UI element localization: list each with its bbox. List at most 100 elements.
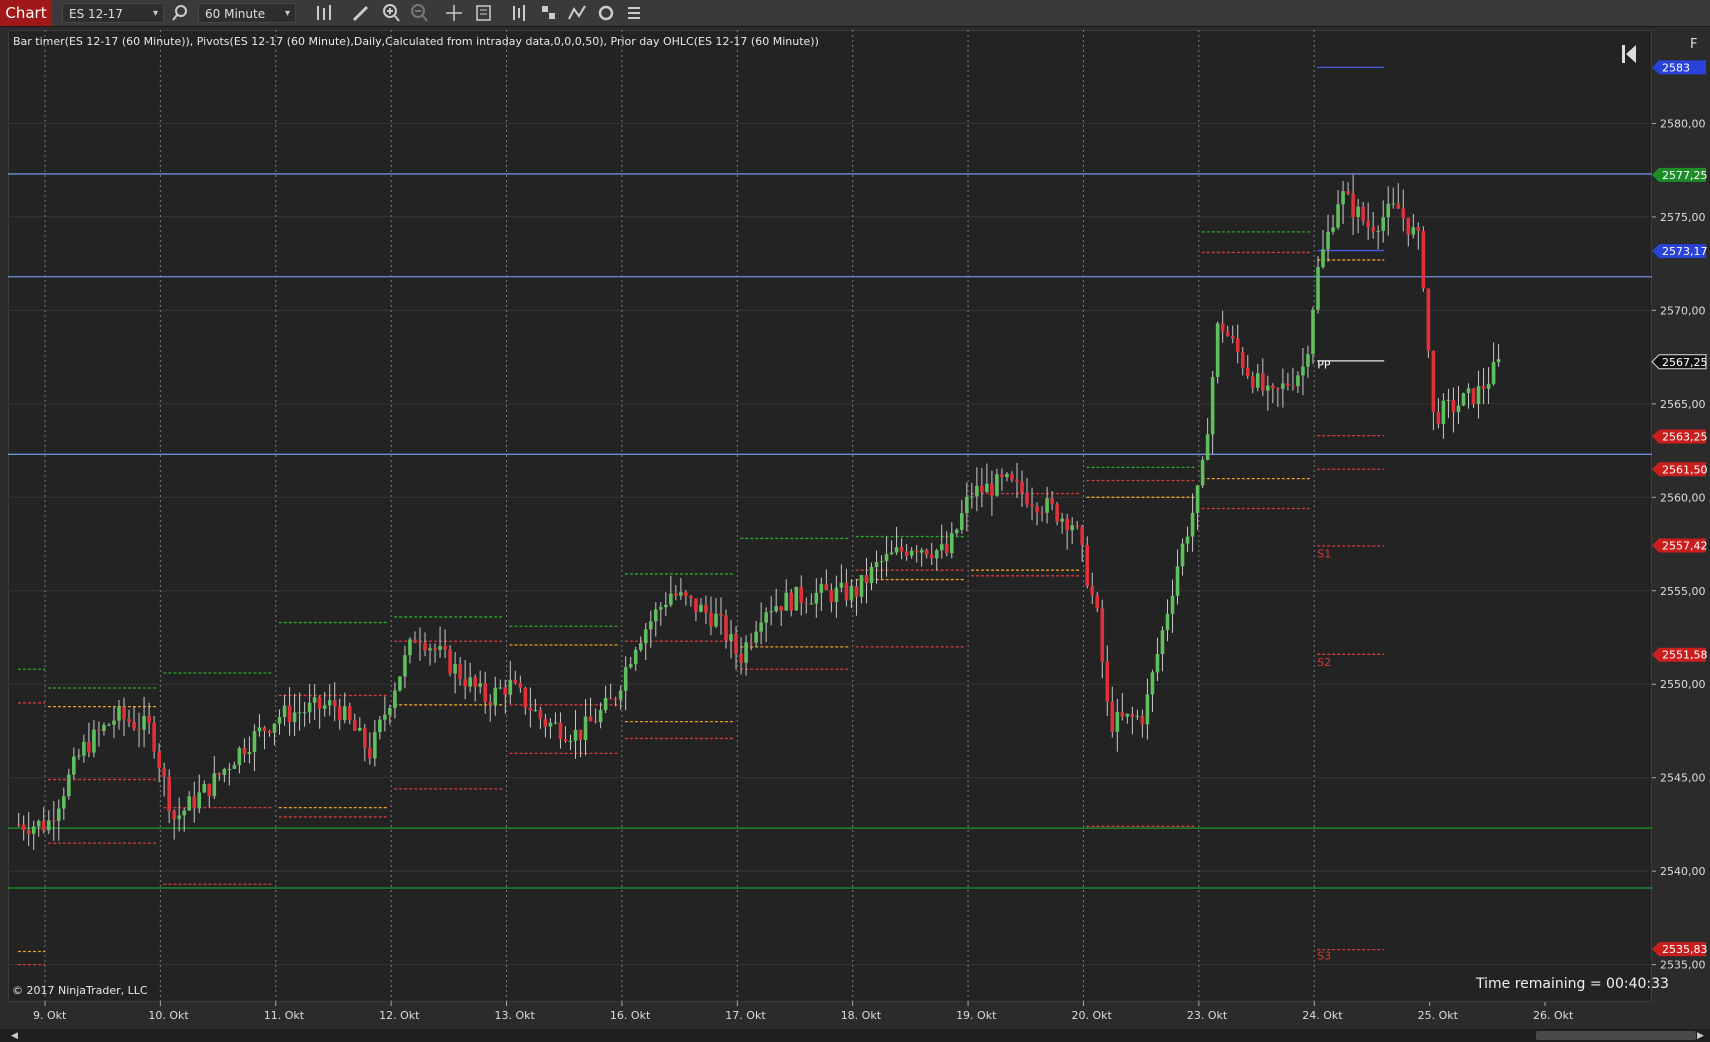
candle xyxy=(874,550,879,584)
candle-body xyxy=(182,810,187,816)
candle-body xyxy=(1100,608,1105,662)
price-badge: 2551,58 xyxy=(1652,647,1708,662)
candle xyxy=(543,713,548,738)
candle-body xyxy=(1336,204,1340,228)
candle-body xyxy=(388,707,392,715)
candle xyxy=(1235,324,1240,364)
candle-body xyxy=(222,769,227,775)
candle-body xyxy=(1406,217,1411,235)
candle xyxy=(1491,342,1496,386)
candle-body xyxy=(1331,227,1335,232)
candle xyxy=(1381,200,1386,243)
candle xyxy=(342,692,347,724)
candle-body xyxy=(643,629,648,644)
candle-body xyxy=(1271,385,1275,389)
candle xyxy=(1326,214,1330,262)
candle-body xyxy=(162,768,166,777)
candle-body xyxy=(247,751,252,755)
price-chart[interactable]: PP S1 S2 S3 2580,00 2575,00 2570,00 2565,00 256… xyxy=(0,0,1710,1042)
candle-body xyxy=(1125,713,1130,717)
candle-body xyxy=(1311,309,1315,355)
candle-body xyxy=(543,718,548,727)
candle-body xyxy=(87,741,91,753)
candle xyxy=(408,637,412,664)
f-toggle[interactable]: F xyxy=(1690,37,1697,52)
candle-body xyxy=(307,702,312,713)
candle xyxy=(794,586,799,611)
candle xyxy=(1496,343,1501,367)
candle xyxy=(709,596,713,636)
candle xyxy=(1356,198,1360,234)
candle xyxy=(749,633,753,651)
candle xyxy=(824,569,829,591)
scroll-to-end-icon[interactable] xyxy=(1621,43,1637,65)
candle xyxy=(1481,368,1486,405)
candle-body xyxy=(523,687,528,708)
candle-body xyxy=(142,715,146,730)
scroll-right-icon[interactable]: ▶ xyxy=(1697,1031,1704,1041)
candle xyxy=(378,716,382,740)
candle-body xyxy=(1045,498,1049,513)
candle xyxy=(1005,472,1009,482)
candle-body xyxy=(754,631,758,643)
candle-body xyxy=(648,621,653,630)
candle-body xyxy=(1436,411,1441,425)
candle-body xyxy=(177,815,181,820)
candle-body xyxy=(784,592,789,611)
candle-body xyxy=(327,700,332,706)
candle xyxy=(995,468,999,497)
candle xyxy=(1170,579,1175,633)
candle-body xyxy=(433,648,437,650)
candle-body xyxy=(889,552,894,555)
candle xyxy=(1215,321,1220,384)
candle-body xyxy=(774,606,778,612)
candle xyxy=(1065,513,1069,550)
candle xyxy=(1100,599,1105,679)
candle xyxy=(909,547,914,559)
candle-body xyxy=(21,824,26,831)
candle xyxy=(1301,348,1305,396)
indicator-legend: Bar timer(ES 12-17 (60 Minute)), Pivots(… xyxy=(13,35,819,48)
candle xyxy=(31,820,36,850)
candle-body xyxy=(804,602,809,604)
candle xyxy=(1145,678,1150,740)
candle-body xyxy=(277,717,282,724)
candle-body xyxy=(944,544,949,554)
candle xyxy=(122,697,126,737)
candle-body xyxy=(924,549,929,556)
candle xyxy=(523,686,528,715)
candle-body xyxy=(744,642,748,663)
candle xyxy=(1020,470,1024,507)
candle-body xyxy=(403,655,407,677)
candle-body xyxy=(568,740,573,742)
candle-body xyxy=(262,727,267,732)
candle xyxy=(583,699,588,756)
candle-body xyxy=(1020,481,1024,493)
candle xyxy=(1451,387,1456,433)
candle xyxy=(187,790,192,812)
candle xyxy=(1035,502,1039,526)
candle-body xyxy=(242,748,247,755)
candle-body xyxy=(1120,712,1125,717)
scroll-left-icon[interactable]: ◀ xyxy=(11,1031,18,1041)
candle xyxy=(21,815,26,841)
candle-body xyxy=(1055,504,1059,522)
candle xyxy=(774,588,778,614)
candle-body xyxy=(1145,694,1150,725)
candle xyxy=(1155,637,1160,681)
candle-body xyxy=(272,723,277,733)
candle-body xyxy=(1230,335,1235,339)
candle-body xyxy=(1035,506,1039,513)
candle-body xyxy=(207,783,212,797)
candle-body xyxy=(347,706,352,721)
scrollbar-thumb[interactable] xyxy=(1536,1031,1696,1040)
horizontal-scrollbar[interactable] xyxy=(0,1029,1710,1042)
candle xyxy=(694,598,698,622)
candle xyxy=(132,706,136,732)
candle xyxy=(949,522,954,559)
candle-body xyxy=(1451,399,1456,413)
candle xyxy=(207,783,212,808)
candle-body xyxy=(1441,400,1446,425)
candle-body xyxy=(297,712,302,714)
candle-body xyxy=(1130,713,1135,717)
